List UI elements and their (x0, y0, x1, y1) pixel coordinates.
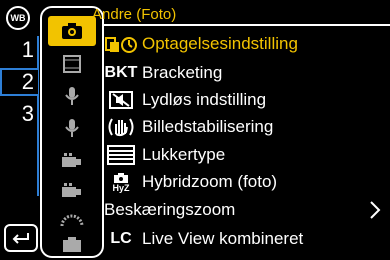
hybrid-zoom-icon-text: HyZ (112, 182, 130, 193)
page-tab-label: 3 (21, 101, 34, 126)
stabilizer-hand-icon (104, 116, 138, 138)
film-video-icon[interactable] (52, 52, 92, 76)
camera-photo-icon[interactable] (48, 16, 96, 46)
camera-hybrid-zoom-icon: HyZ (104, 171, 138, 193)
menu-item-lydlos-indstilling[interactable]: Lydløs indstilling (104, 87, 390, 113)
menu-item-label: Bracketing (142, 63, 223, 82)
back-button[interactable] (4, 224, 38, 252)
menu-item-label: Hybridzoom (foto) (142, 172, 278, 191)
page-tab-3[interactable]: 3 (0, 100, 38, 128)
wb-label: WB (10, 13, 26, 23)
bkt-icon: BKT (104, 64, 138, 81)
menu-item-optagelsesindstilling[interactable]: Optagelsesindstilling (104, 31, 390, 57)
category-icon-column (40, 6, 104, 258)
video-camera-icon[interactable] (52, 178, 92, 202)
menu-item-label: Beskæringszoom (104, 200, 236, 219)
menu-item-billedstabilisering[interactable]: Billedstabilisering (104, 114, 390, 140)
chevron-right-icon (370, 201, 381, 219)
page-tab-label: 1 (21, 37, 34, 62)
microphone-icon[interactable] (52, 84, 92, 108)
page-tab-1[interactable]: 1 (0, 36, 38, 64)
page-tabs: 1 2 3 (0, 36, 38, 132)
camera-body-icon[interactable] (52, 232, 92, 256)
menu-item-label: Lukkertype (142, 145, 226, 164)
return-arrow-icon (12, 233, 29, 244)
menu-item-beskaeringszoom[interactable]: Beskæringszoom (104, 197, 390, 223)
lc-icon: LC (110, 230, 132, 247)
wb-button[interactable]: WB (6, 6, 30, 30)
page-tab-2[interactable]: 2 (0, 68, 38, 96)
menu-item-label: Lydløs indstilling (142, 90, 267, 109)
menu-item-lukkertype[interactable]: Lukkertype (104, 142, 390, 168)
menu-item-label: Optagelsesindstilling (142, 34, 298, 53)
shutter-type-icon (104, 144, 138, 166)
menu-item-hybridzoom[interactable]: HyZ Hybridzoom (foto) (104, 169, 390, 195)
silent-mode-icon (104, 89, 138, 111)
menu-item-label: Billedstabilisering (142, 117, 274, 136)
title-divider (104, 24, 390, 26)
page-tab-label: 2 (21, 69, 34, 94)
menu-item-live-view-kombineret[interactable]: LC Live View kombineret (104, 226, 390, 252)
selftimer-icon (104, 33, 138, 55)
menu-item-bracketing[interactable]: BKT Bracketing (104, 60, 390, 86)
menu-item-label: Live View kombineret (142, 229, 304, 248)
menu-title: Andre (Foto) (92, 6, 177, 23)
microphone-icon[interactable] (52, 116, 92, 140)
lens-gauge-icon[interactable] (52, 208, 92, 232)
video-camera-icon[interactable] (52, 148, 92, 172)
